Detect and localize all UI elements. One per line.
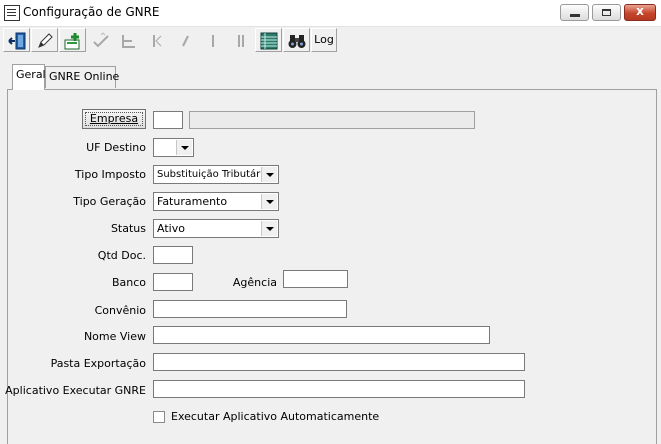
log-button[interactable]: Log (311, 28, 337, 52)
pencil-icon (38, 33, 53, 48)
minimize-icon (570, 14, 580, 17)
prior-record-button[interactable] (171, 28, 198, 52)
chevron-down-icon[interactable] (261, 194, 277, 209)
empresa-name-field (189, 111, 475, 129)
tab-geral[interactable]: Geral (12, 64, 46, 90)
close-icon: x (636, 4, 644, 18)
tipo-geracao-select[interactable]: Faturamento (153, 192, 279, 211)
minimize-button[interactable] (560, 4, 589, 21)
grid-list-icon (260, 32, 278, 50)
qtd-doc-label: Qtd Doc. (97, 249, 146, 262)
tipo-geracao-label: Tipo Geração (73, 195, 146, 208)
list-button[interactable] (255, 28, 282, 52)
last-record-icon (238, 35, 244, 47)
aplicativo-field[interactable] (153, 380, 525, 398)
exit-button[interactable] (3, 28, 30, 52)
agencia-label: Agência (232, 276, 277, 289)
executar-auto-label: Executar Aplicativo Automaticamente (171, 410, 380, 423)
window-title: Configuração de GNRE (23, 5, 160, 19)
cancel-icon (122, 35, 135, 48)
convenio-label: Convênio (94, 304, 146, 317)
uf-destino-select[interactable] (153, 138, 194, 157)
banco-field[interactable] (153, 273, 193, 291)
add-record-icon (64, 33, 80, 50)
status-label: Status (110, 222, 146, 235)
maximize-icon (602, 9, 611, 16)
nome-view-label: Nome View (83, 330, 146, 343)
close-button[interactable]: x (624, 4, 656, 21)
uf-destino-label: UF Destino (86, 141, 146, 154)
edit-button[interactable] (31, 28, 58, 52)
save-button[interactable] (87, 28, 114, 52)
pasta-exportacao-field[interactable] (153, 353, 525, 371)
first-record-icon (153, 35, 162, 47)
empresa-button[interactable]: Empresa (82, 109, 146, 129)
next-record-icon (212, 35, 214, 47)
qtd-doc-field[interactable] (153, 246, 193, 264)
binoculars-icon (288, 35, 306, 48)
find-button[interactable] (283, 28, 310, 52)
chevron-down-icon[interactable] (176, 140, 192, 155)
tipo-geracao-value: Faturamento (157, 195, 228, 208)
aplicativo-label: Aplicativo Executar GNRE (5, 384, 146, 397)
exit-door-icon (8, 32, 26, 50)
new-button[interactable] (59, 28, 86, 52)
prior-record-icon (182, 35, 189, 47)
banco-label: Banco (111, 276, 146, 289)
status-select[interactable]: Ativo (153, 219, 279, 238)
chevron-down-icon[interactable] (261, 221, 277, 236)
next-record-button[interactable] (199, 28, 226, 52)
status-value: Ativo (157, 222, 185, 235)
agencia-field[interactable] (283, 270, 348, 288)
pasta-exportacao-label: Pasta Exportação (50, 357, 146, 370)
empresa-code-field[interactable] (153, 111, 183, 129)
app-icon (4, 5, 20, 21)
tipo-imposto-label: Tipo Imposto (74, 168, 146, 181)
executar-auto-checkbox[interactable] (153, 411, 165, 423)
save-check-icon (93, 32, 109, 48)
maximize-button[interactable] (592, 4, 621, 21)
cancel-button[interactable] (115, 28, 142, 52)
convenio-field[interactable] (153, 300, 347, 318)
chevron-down-icon[interactable] (261, 167, 277, 182)
first-record-button[interactable] (143, 28, 170, 52)
tipo-imposto-value: Substituição Tributária (157, 169, 270, 180)
nome-view-field[interactable] (153, 326, 490, 344)
tab-gnre-online[interactable]: GNRE Online (45, 66, 119, 88)
last-record-button[interactable] (227, 28, 254, 52)
tipo-imposto-select[interactable]: Substituição Tributária (153, 165, 279, 184)
